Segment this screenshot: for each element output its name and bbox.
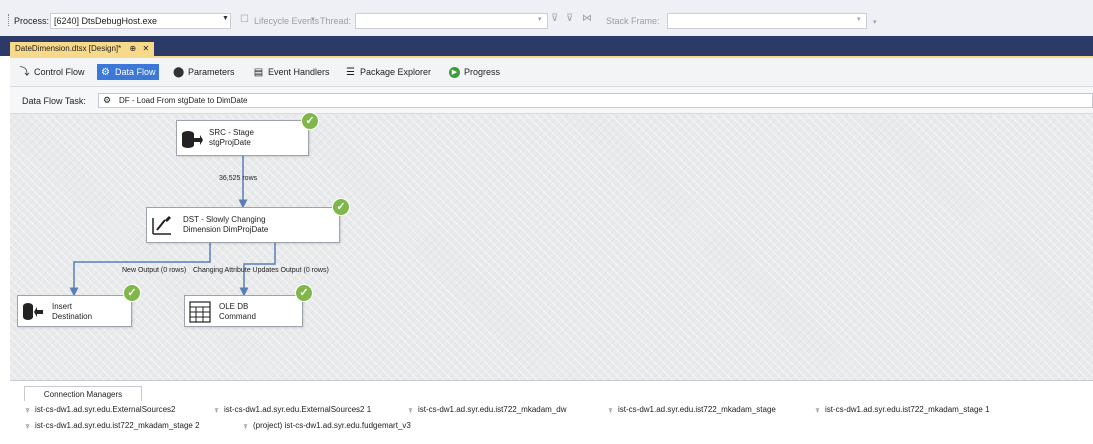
component-name: DST - Slowly Changing Dimension DimProjD…: [183, 215, 268, 235]
connection-manager-name: ist-cs-dw1.ad.syr.edu.ist722_mkadam_dw: [418, 405, 567, 414]
check-icon: ✓: [123, 284, 141, 302]
plug-icon: ♆: [242, 420, 249, 431]
source-icon: [182, 131, 203, 148]
flow-label-rows: 36,525 rows: [219, 175, 258, 182]
plug-icon: ♆: [407, 404, 414, 415]
slowly-changing-dimension-icon: [152, 216, 171, 235]
connection-manager-item[interactable]: ♆ ist-cs-dw1.ad.syr.edu.ist722_mkadam_st…: [607, 404, 776, 416]
component-oledb-command[interactable]: OLE DB Command: [184, 295, 303, 327]
plug-icon: ♆: [24, 420, 31, 431]
component-name-line1: SRC - Stage: [209, 128, 254, 137]
connection-managers-tab[interactable]: Connection Managers: [24, 386, 142, 401]
component-name-line2: Destination: [52, 312, 93, 321]
component-name-line1: Insert: [52, 302, 73, 311]
destination-icon: [23, 303, 43, 320]
connection-manager-item[interactable]: ♆ ist-cs-dw1.ad.syr.edu.ist722_mkadam_dw: [407, 404, 567, 416]
component-name-line2: Command: [219, 312, 256, 321]
component-name: Insert Destination: [52, 302, 92, 322]
connection-manager-item[interactable]: ♆ ist-cs-dw1.ad.syr.edu.ist722_mkadam_st…: [24, 420, 200, 432]
flow-label-new-output: New Output (0 rows): [122, 267, 187, 274]
connection-manager-name: ist-cs-dw1.ad.syr.edu.ist722_mkadam_stag…: [825, 405, 990, 414]
connection-manager-name: ist-cs-dw1.ad.syr.edu.ist722_mkadam_stag…: [618, 405, 776, 414]
connection-manager-name: ist-cs-dw1.ad.syr.edu.ExternalSources2 1: [224, 405, 372, 414]
connection-manager-item[interactable]: ♆ ist-cs-dw1.ad.syr.edu.ExternalSources2: [24, 404, 176, 416]
oledb-command-icon: [189, 301, 211, 323]
connection-manager-name: (project) ist-cs-dw1.ad.syr.edu.fudgemar…: [253, 421, 411, 430]
plug-icon: ♆: [213, 404, 220, 415]
check-icon: ✓: [301, 112, 319, 130]
component-name-line2: stgProjDate: [209, 138, 251, 147]
component-name: OLE DB Command: [219, 302, 256, 322]
flow-label-changing-output: Changing Attribute Updates Output (0 row…: [193, 267, 329, 274]
plug-icon: ♆: [24, 404, 31, 415]
connection-manager-name: ist-cs-dw1.ad.syr.edu.ExternalSources2: [35, 405, 176, 414]
check-icon: ✓: [295, 284, 313, 302]
component-insert-destination[interactable]: Insert Destination: [17, 295, 132, 327]
connection-manager-item[interactable]: ♆ ist-cs-dw1.ad.syr.edu.ist722_mkadam_st…: [814, 404, 990, 416]
connection-manager-item[interactable]: ♆ (project) ist-cs-dw1.ad.syr.edu.fudgem…: [242, 420, 411, 432]
connection-manager-name: ist-cs-dw1.ad.syr.edu.ist722_mkadam_stag…: [35, 421, 200, 430]
connection-manager-item[interactable]: ♆ ist-cs-dw1.ad.syr.edu.ExternalSources2…: [213, 404, 371, 416]
plug-icon: ♆: [607, 404, 614, 415]
component-name: SRC - Stage stgProjDate: [209, 128, 254, 148]
check-icon: ✓: [332, 198, 350, 216]
component-name-line1: OLE DB: [219, 302, 249, 311]
component-name-line2: Dimension DimProjDate: [183, 225, 269, 234]
component-name-line1: DST - Slowly Changing: [183, 215, 266, 224]
component-dst-scd[interactable]: DST - Slowly Changing Dimension DimProjD…: [146, 207, 340, 243]
component-src-stage[interactable]: SRC - Stage stgProjDate: [176, 120, 309, 156]
plug-icon: ♆: [814, 404, 821, 415]
